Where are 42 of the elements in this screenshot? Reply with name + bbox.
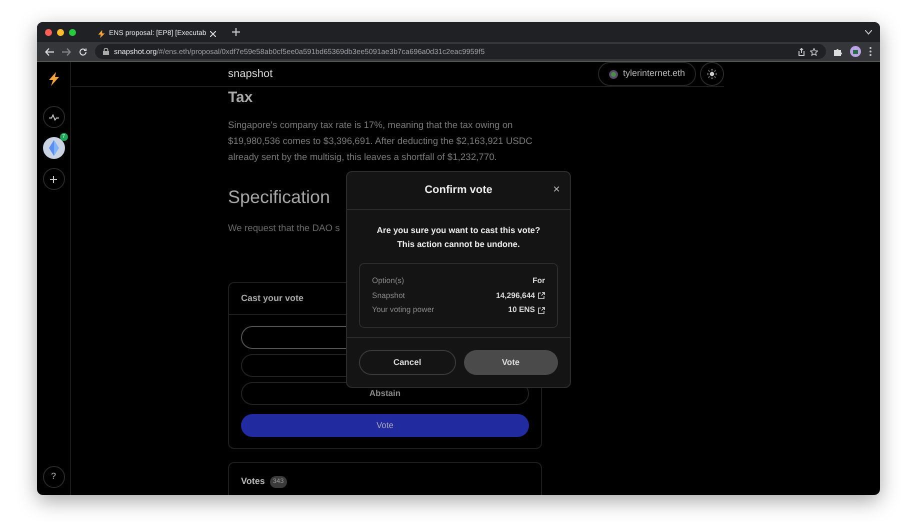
minimize-window-icon[interactable] <box>57 28 64 36</box>
more-icon[interactable] <box>869 47 872 56</box>
section-heading: Specification <box>228 187 330 209</box>
external-link-icon[interactable] <box>538 292 545 300</box>
section-heading: Tax <box>228 90 254 105</box>
bolt-icon <box>98 30 105 38</box>
cancel-button[interactable]: Cancel <box>359 350 456 375</box>
theme-toggle-button[interactable] <box>700 62 724 86</box>
lock-icon <box>103 48 109 55</box>
dialog-question: Are you sure you want to cast this vote? <box>376 224 542 237</box>
paragraph: Singapore's company tax rate is 17%, meaning that the tax owing on $19,980,536 comes to $3,396,691. After deducting the $2,163,921 USDC already sent by the multisig, this leaves a shortfall of $1,232,770. <box>228 118 534 164</box>
star-icon[interactable] <box>810 48 818 56</box>
puzzle-icon[interactable] <box>834 48 842 56</box>
vote-button[interactable]: Vote <box>464 350 558 375</box>
add-space-button[interactable] <box>42 168 64 190</box>
activity-button[interactable] <box>42 106 64 128</box>
reload-icon[interactable] <box>79 48 87 56</box>
external-link-icon[interactable] <box>538 306 545 314</box>
forward-icon[interactable] <box>62 48 71 56</box>
close-window-icon[interactable] <box>45 28 52 36</box>
maximize-window-icon[interactable] <box>69 28 76 36</box>
sun-icon <box>707 69 717 79</box>
card-title: Votes <box>241 475 265 488</box>
plus-icon <box>50 176 57 182</box>
brand-name[interactable]: snapshot <box>228 66 598 82</box>
chevron-down-icon[interactable] <box>865 30 872 34</box>
account-avatar-icon <box>608 70 618 78</box>
bolt-logo-icon[interactable] <box>48 72 58 86</box>
vote-button[interactable]: Vote <box>241 414 529 438</box>
dialog-warning: This action cannot be undone. <box>396 238 521 251</box>
new-tab-icon[interactable] <box>232 28 240 36</box>
back-icon[interactable] <box>45 48 54 56</box>
pulse-icon <box>48 114 58 120</box>
share-icon[interactable] <box>798 48 805 56</box>
profile-avatar-icon[interactable] <box>850 46 861 57</box>
space-avatar-icon[interactable] <box>42 136 64 159</box>
close-icon[interactable] <box>210 31 216 37</box>
help-button[interactable]: ? <box>42 466 64 488</box>
account-button[interactable]: tylerinternet.eth <box>598 62 696 86</box>
close-button[interactable]: × <box>552 183 560 195</box>
paragraph: We request that the DAO s <box>228 220 340 235</box>
dialog-title: Confirm vote <box>424 183 492 198</box>
